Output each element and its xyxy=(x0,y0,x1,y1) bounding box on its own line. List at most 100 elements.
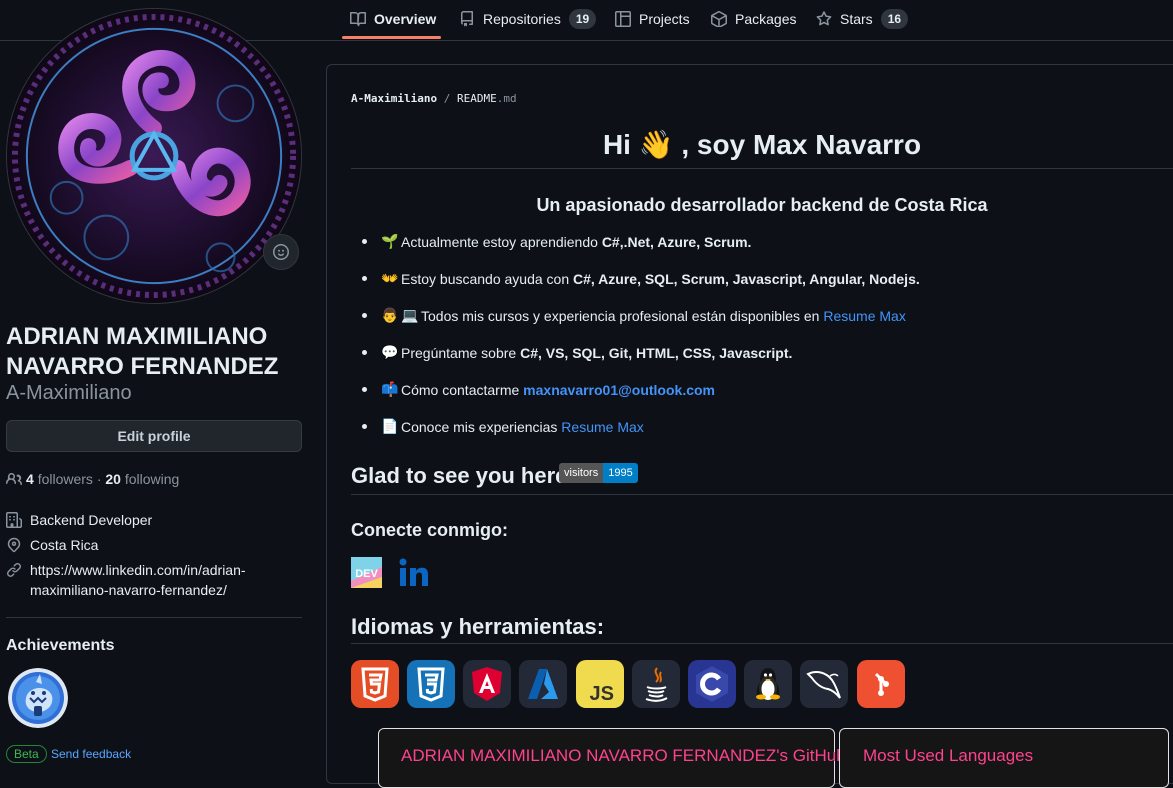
mysql-icon[interactable] xyxy=(800,660,848,708)
css3-icon[interactable] xyxy=(407,660,455,708)
following-link[interactable]: 20 following xyxy=(105,471,179,487)
list-item: 👨 💻 Todos mis cursos y experiencia profes… xyxy=(362,307,906,324)
following-label: following xyxy=(124,471,180,487)
tools-heading: Idiomas y herramientas: xyxy=(351,614,605,639)
dot-separator: · xyxy=(92,471,106,487)
following-count: 20 xyxy=(105,471,121,487)
breadcrumb-extension: .md xyxy=(496,92,517,105)
package-icon xyxy=(711,11,727,27)
company-text: Backend Developer xyxy=(30,512,153,528)
triskelion-avatar-image xyxy=(7,9,301,303)
visitors-label: visitors xyxy=(559,463,604,483)
tab-repositories[interactable]: Repositories 19 xyxy=(459,0,597,38)
readme-breadcrumb: A-Maximiliano / README.md xyxy=(351,92,517,105)
top-languages-title: Most Used Languages xyxy=(863,746,1034,765)
section-rule xyxy=(351,494,1173,495)
star-icon xyxy=(816,11,832,27)
visitors-badge: visitors 1995 xyxy=(559,463,638,483)
avatar[interactable] xyxy=(6,8,302,304)
project-icon xyxy=(615,11,631,27)
azure-icon[interactable] xyxy=(519,660,567,708)
repo-icon xyxy=(459,11,475,27)
list-item: 👐 Estoy buscando ayuda con C#, Azure, SQ… xyxy=(362,270,920,287)
list-item: 💬 Pregúntame sobre C#, VS, SQL, Git, HTM… xyxy=(362,344,792,361)
achievements-title: Achievements xyxy=(6,637,115,654)
achievement-badge[interactable] xyxy=(8,668,68,728)
readme-subheading: Un apasionado desarrollador backend de C… xyxy=(536,195,988,215)
git-icon[interactable] xyxy=(857,660,905,708)
breadcrumb-file: README xyxy=(456,92,497,105)
svg-text:JS: JS xyxy=(590,683,614,705)
person-icon: 👨 xyxy=(381,307,399,323)
linux-icon[interactable] xyxy=(744,660,792,708)
bullet xyxy=(362,350,367,355)
sidebar-divider xyxy=(6,617,302,618)
tab-projects[interactable]: Projects xyxy=(615,0,690,38)
html5-icon[interactable] xyxy=(351,660,399,708)
book-icon xyxy=(350,11,366,27)
linkedin-link[interactable] xyxy=(398,557,429,588)
location-icon xyxy=(6,535,30,553)
organization-icon xyxy=(6,510,30,528)
bullet xyxy=(362,424,367,429)
javascript-icon[interactable]: JS xyxy=(576,660,624,708)
tab-stars[interactable]: Stars 16 xyxy=(816,0,909,38)
followers-label: followers xyxy=(37,471,93,487)
edit-profile-button[interactable]: Edit profile xyxy=(6,420,302,452)
tab-label: Packages xyxy=(735,11,797,27)
tab-overview[interactable]: Overview xyxy=(350,0,436,38)
item-text: Todos mis cursos y experiencia profesion… xyxy=(421,307,820,324)
handshake-icon: 👐 xyxy=(381,270,399,286)
angular-icon[interactable] xyxy=(463,660,511,708)
followers-count: 4 xyxy=(26,471,34,487)
active-tab-indicator xyxy=(342,36,441,39)
c-language-icon[interactable] xyxy=(688,660,736,708)
profile-full-name: ADRIAN MAXIMILIANO NAVARRO FERNANDEZ xyxy=(6,323,279,380)
vcard-location: Costa Rica xyxy=(6,535,98,555)
profile-login: A-Maximiliano xyxy=(6,382,132,404)
dev-icon: DEV xyxy=(351,557,382,588)
repositories-counter: 19 xyxy=(568,9,597,29)
glad-heading: Glad to see you here! xyxy=(351,463,575,488)
vcard-website[interactable]: https://www.linkedin.com/in/adrian-maxim… xyxy=(6,560,246,600)
resume-link[interactable]: Resume Max xyxy=(823,308,905,324)
svg-text:DEV: DEV xyxy=(355,568,378,580)
heading-rule xyxy=(351,168,1173,169)
dev-to-link[interactable]: DEV xyxy=(351,557,382,588)
email-link[interactable]: maxnavarro01@outlook.com xyxy=(523,382,715,398)
visitors-count: 1995 xyxy=(603,463,638,483)
speech-bubble-icon: 💬 xyxy=(381,344,399,360)
linkedin-icon xyxy=(399,558,428,586)
item-bold: C#, Azure, SQL, Scrum, Javascript, Angul… xyxy=(573,270,920,287)
website-line-2: maximiliano-navarro-fernandez/ xyxy=(30,582,227,598)
laptop-icon: 💻 xyxy=(401,307,419,323)
connect-heading: Conecte conmigo: xyxy=(351,520,509,540)
stars-counter: 16 xyxy=(880,9,909,29)
mailbox-icon: 📫 xyxy=(381,381,399,397)
item-bold: C#, VS, SQL, Git, HTML, CSS, Javascript. xyxy=(520,344,793,361)
location-text: Costa Rica xyxy=(30,537,99,553)
set-status-button[interactable] xyxy=(263,234,299,270)
tab-packages[interactable]: Packages xyxy=(711,0,796,38)
document-icon: 📄 xyxy=(381,418,399,434)
bullet xyxy=(362,387,367,392)
list-item: 📄 Conoce mis experiencias Resume Max xyxy=(362,418,644,435)
link-icon xyxy=(6,560,30,578)
seedling-icon: 🌱 xyxy=(381,233,399,249)
resume-link[interactable]: Resume Max xyxy=(561,419,643,435)
breadcrumb-owner[interactable]: A-Maximiliano xyxy=(351,92,437,105)
send-feedback-link[interactable]: Send feedback xyxy=(51,747,131,761)
java-icon[interactable] xyxy=(632,660,680,708)
section-rule xyxy=(351,643,1173,644)
item-text: Cómo contactarme xyxy=(401,381,520,398)
bullet xyxy=(362,313,367,318)
tab-label: Stars xyxy=(840,11,873,27)
shark-badge-icon xyxy=(8,668,68,728)
beta-badge: Beta xyxy=(6,745,47,763)
tab-label: Repositories xyxy=(483,11,561,27)
website-link: https://www.linkedin.com/in/adrian-maxim… xyxy=(30,560,246,600)
breadcrumb-separator: / xyxy=(443,92,451,105)
followers-link[interactable]: 4 followers xyxy=(26,471,93,487)
item-bold: C#,.Net, Azure, Scrum. xyxy=(601,233,752,250)
people-icon xyxy=(6,471,26,487)
